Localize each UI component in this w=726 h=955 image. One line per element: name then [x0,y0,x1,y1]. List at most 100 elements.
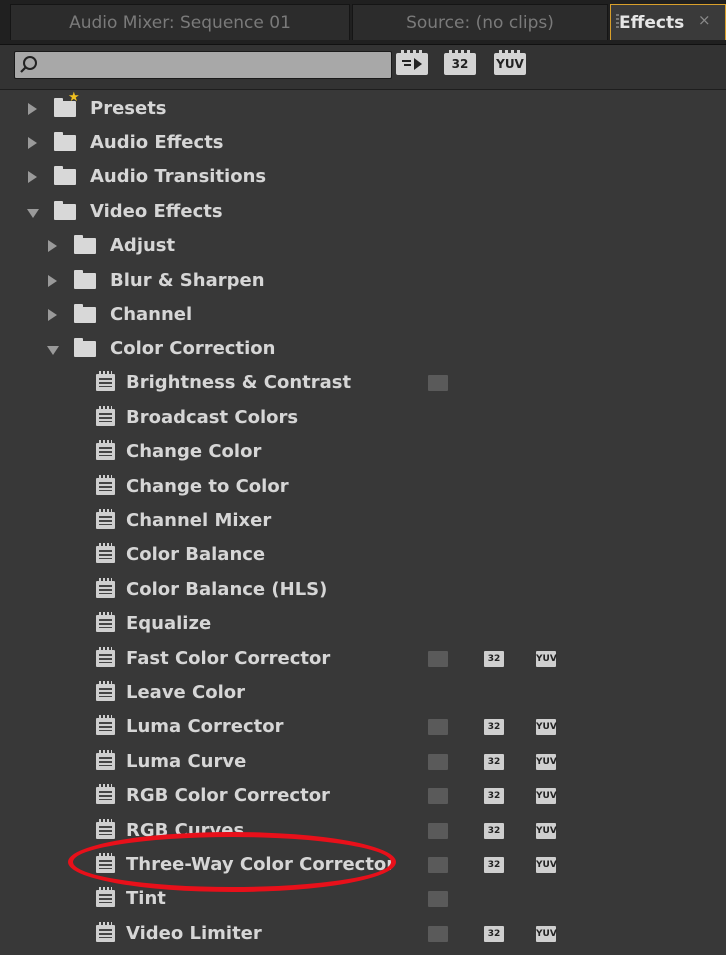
effect-label: Broadcast Colors [126,407,299,428]
accelerated-badge-icon [428,823,448,839]
collapse-arrow-icon[interactable] [47,346,59,355]
tab-effects-label: Effects [619,13,685,33]
effect-item[interactable]: Change Color [14,435,726,469]
effect-icon [96,475,115,495]
effect-item[interactable]: RGB Color Corrector 32 YUV [14,779,726,813]
yuv-badge-icon: YUV [536,651,557,667]
yuv-badge-icon: YUV [536,788,557,804]
effect-item[interactable]: Change to Color [14,470,726,504]
tree-item-adjust[interactable]: Adjust [14,229,726,263]
effect-item[interactable]: Color Balance (HLS) [14,573,726,607]
effect-label: Channel Mixer [126,510,272,531]
yuv-filter-button[interactable]: YUV [494,50,526,75]
effect-icon [96,406,115,426]
folder-icon [54,201,76,220]
folder-icon [74,304,96,323]
tab-audio-mixer[interactable]: Audio Mixer: Sequence 01 [10,4,350,40]
effect-icon [96,750,115,770]
expand-arrow-icon[interactable] [48,240,57,252]
accelerated-badge-icon [428,719,448,735]
search-input[interactable] [14,51,392,79]
effect-item[interactable]: Brightness & Contrast [14,366,726,400]
tree-item-label: Video Effects [90,201,223,222]
effect-label: Color Balance [126,544,266,565]
effect-item[interactable]: Equalize [14,607,726,641]
effect-item[interactable]: Channel Mixer [14,504,726,538]
32bit-badge-icon: 32 [484,788,504,804]
effect-item[interactable]: RGB Curves 32 YUV [14,814,726,848]
tree-item-audio-transitions[interactable]: Audio Transitions [14,160,726,194]
tab-source[interactable]: Source: (no clips) [352,4,608,40]
effect-label: Color Balance (HLS) [126,579,328,600]
panel-grip-icon[interactable] [616,14,619,30]
tree-item-audio-effects[interactable]: Audio Effects [14,126,726,160]
effect-label: RGB Curves [126,820,245,841]
tree-item-label: Blur & Sharpen [110,270,265,291]
tree-item-label: Audio Effects [90,132,224,153]
accelerated-badge-icon [428,926,448,942]
effect-item-three-way-color-corrector[interactable]: Three-Way Color Corrector 32 YUV [14,848,726,882]
effect-item[interactable]: Luma Curve 32 YUV [14,745,726,779]
folder-icon [74,270,96,289]
accelerated-effects-filter-button[interactable] [396,50,428,75]
effect-label: Tint [126,888,166,909]
folder-icon [54,132,76,151]
effect-label: RGB Color Corrector [126,785,330,806]
tree-item-color-correction[interactable]: Color Correction [14,332,726,366]
effect-item[interactable]: Luma Corrector 32 YUV [14,710,726,744]
panel-tab-bar: Audio Mixer: Sequence 01 Source: (no cli… [0,0,726,45]
tree-item-presets[interactable]: ★ Presets [14,91,726,126]
effect-icon [96,578,115,598]
effect-icon [96,922,115,942]
tree-item-label: Audio Transitions [90,166,267,187]
expand-arrow-icon[interactable] [48,309,57,321]
tree-item-blur-sharpen[interactable]: Blur & Sharpen [14,264,726,298]
effect-item[interactable]: Video Limiter 32 YUV [14,917,726,951]
effect-label: Equalize [126,613,212,634]
yuv-badge-icon: YUV [536,926,557,942]
32bit-badge-icon: 32 [484,857,504,873]
effects-toolbar: 32 YUV [0,45,726,90]
effect-item[interactable]: Broadcast Colors [14,401,726,435]
tree-item-label: Adjust [110,235,176,256]
effect-label: Brightness & Contrast [126,372,352,393]
effect-icon [96,371,115,391]
effect-label: Fast Color Corrector [126,648,331,669]
effect-icon [96,681,115,701]
32bit-badge-icon: 32 [484,823,504,839]
effect-icon [96,647,115,667]
folder-icon [54,166,76,185]
effect-icon [96,440,115,460]
effect-item[interactable]: Tint [14,882,726,916]
yuv-badge-icon: YUV [536,857,557,873]
effect-item[interactable]: Fast Color Corrector 32 YUV [14,642,726,676]
accelerated-badge-icon [428,754,448,770]
accelerated-badge-icon [428,891,448,907]
tree-item-label: Color Correction [110,338,276,359]
effect-item[interactable]: Leave Color [14,676,726,710]
effect-label: Luma Corrector [126,716,284,737]
effect-item[interactable]: Color Balance [14,538,726,572]
tree-item-channel[interactable]: Channel [14,298,726,332]
32bit-filter-button[interactable]: 32 [444,50,476,75]
tree-item-video-effects[interactable]: Video Effects [14,195,726,229]
accelerated-badge-icon [428,651,448,667]
effect-label: Three-Way Color Corrector [126,854,396,875]
32bit-badge-icon: 32 [484,719,504,735]
effect-icon [96,612,115,632]
32bit-badge-icon: 32 [484,926,504,942]
expand-arrow-icon[interactable] [28,171,37,183]
effect-icon [96,853,115,873]
expand-arrow-icon[interactable] [28,137,37,149]
tree-item-label: Presets [90,98,167,119]
close-icon[interactable]: × [698,10,711,30]
collapse-arrow-icon[interactable] [27,209,39,218]
accelerated-badge-icon [428,857,448,873]
expand-arrow-icon[interactable] [48,275,57,287]
effect-icon [96,887,115,907]
effect-label: Luma Curve [126,751,247,772]
effect-label: Leave Color [126,682,246,703]
accelerated-badge-icon [428,788,448,804]
expand-arrow-icon[interactable] [28,103,37,115]
effect-icon [96,784,115,804]
